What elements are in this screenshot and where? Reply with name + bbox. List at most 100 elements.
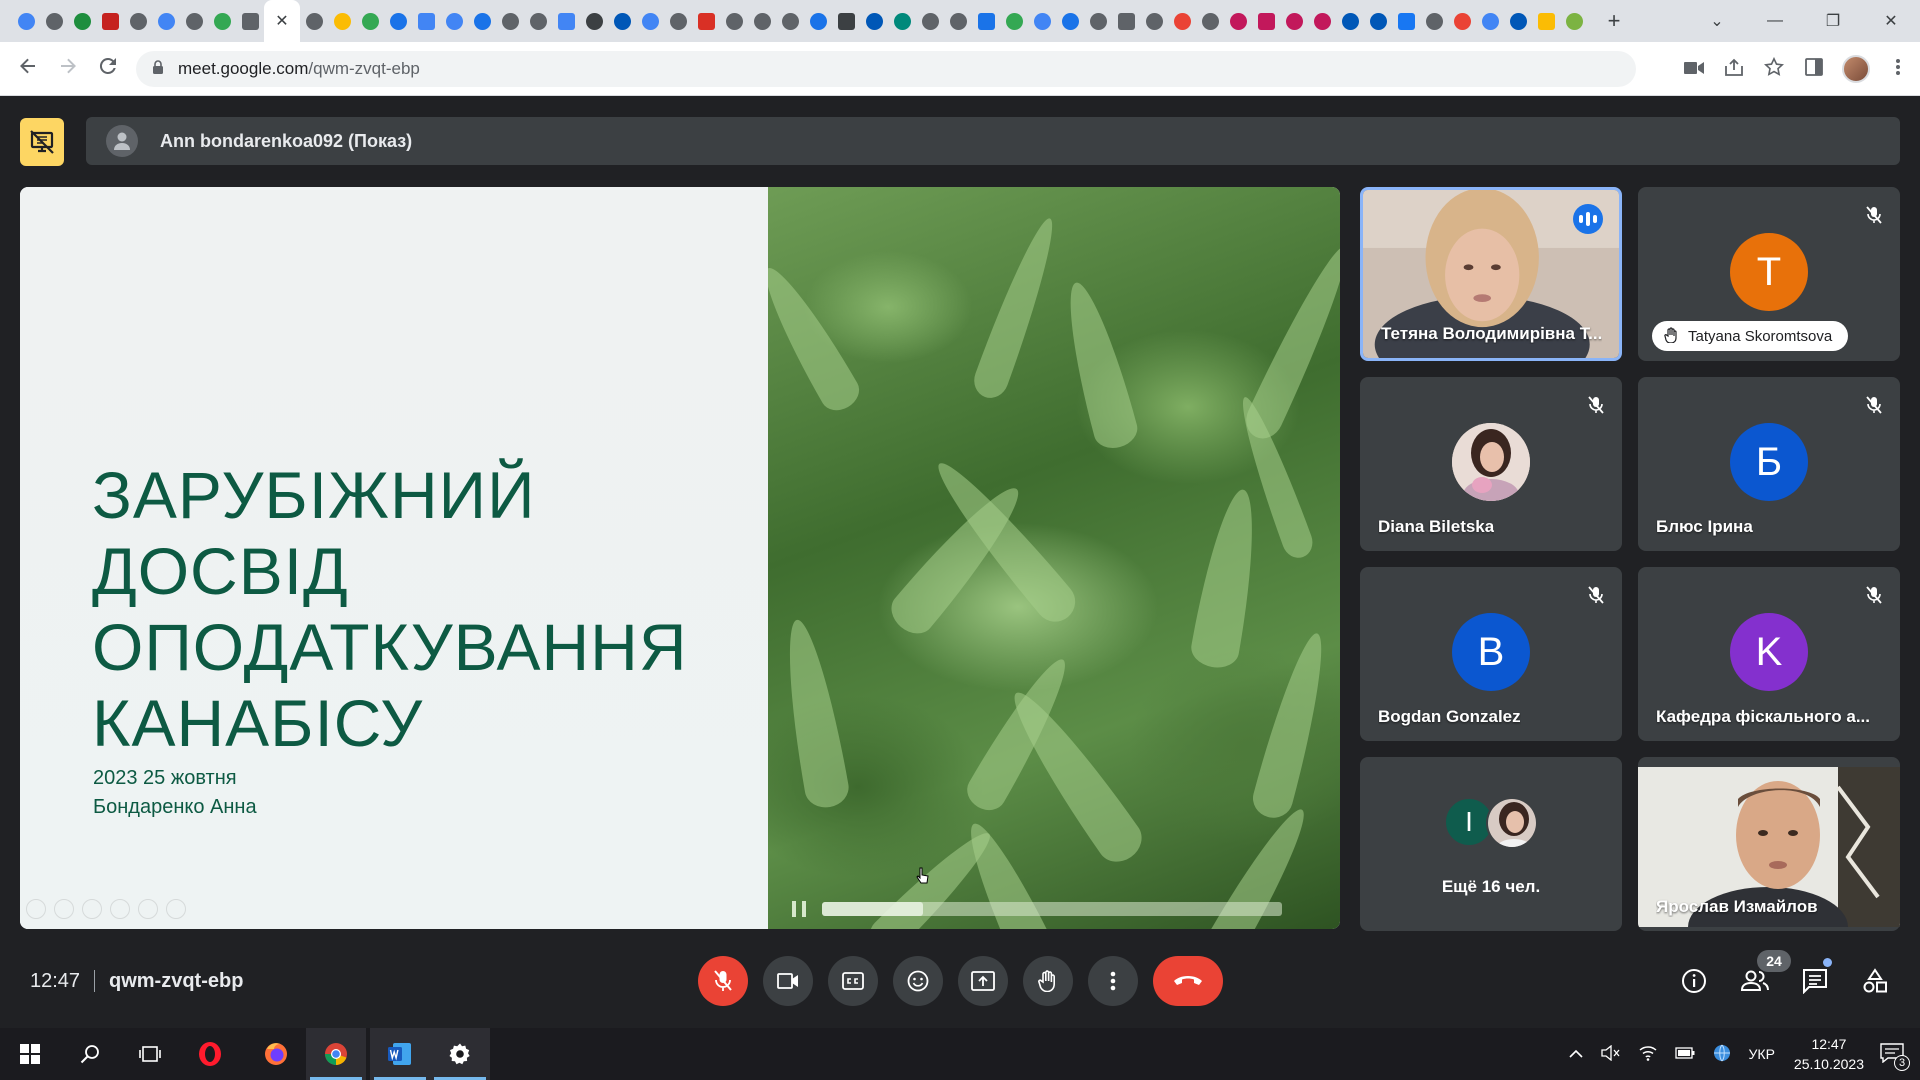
activities-button[interactable] bbox=[1858, 964, 1892, 998]
participant-tile[interactable]: T Tatyana Skoromtsova bbox=[1638, 187, 1900, 361]
leave-call-button[interactable] bbox=[1153, 956, 1223, 1006]
task-view-button[interactable] bbox=[120, 1028, 180, 1080]
profile-avatar[interactable] bbox=[1842, 55, 1870, 83]
back-button[interactable] bbox=[8, 57, 48, 81]
browser-tab[interactable] bbox=[208, 0, 236, 42]
battery-icon[interactable] bbox=[1674, 1046, 1695, 1062]
chrome-app[interactable] bbox=[306, 1028, 366, 1080]
browser-tab[interactable] bbox=[180, 0, 208, 42]
browser-tab[interactable] bbox=[1056, 0, 1084, 42]
camera-toggle-button[interactable] bbox=[763, 956, 813, 1006]
browser-tab[interactable] bbox=[1560, 0, 1588, 42]
browser-tab[interactable] bbox=[1224, 0, 1252, 42]
reactions-button[interactable] bbox=[893, 956, 943, 1006]
people-button[interactable] bbox=[1738, 964, 1772, 998]
camera-in-use-button[interactable] bbox=[1682, 59, 1706, 80]
browser-tab[interactable] bbox=[524, 0, 552, 42]
minimize-button[interactable]: — bbox=[1746, 12, 1804, 30]
start-button[interactable] bbox=[0, 1028, 60, 1080]
volume-muted-icon[interactable] bbox=[1600, 1044, 1621, 1064]
mic-toggle-button[interactable] bbox=[698, 956, 748, 1006]
taskbar-clock[interactable]: 12:47 25.10.2023 bbox=[1794, 1034, 1864, 1074]
browser-tab[interactable] bbox=[1028, 0, 1056, 42]
browser-tab[interactable] bbox=[1420, 0, 1448, 42]
browser-tab[interactable] bbox=[1392, 0, 1420, 42]
video-progress-track[interactable] bbox=[822, 902, 1282, 916]
participant-tile[interactable]: B Bogdan Gonzalez bbox=[1360, 567, 1622, 741]
participant-tile[interactable]: Diana Biletska bbox=[1360, 377, 1622, 551]
more-participants-tile[interactable]: I Ещё 16 чел. bbox=[1360, 757, 1622, 931]
browser-tab[interactable] bbox=[412, 0, 440, 42]
active-tab-close-button[interactable]: ✕ bbox=[264, 0, 300, 42]
browser-tab[interactable] bbox=[1252, 0, 1280, 42]
browser-tab[interactable] bbox=[124, 0, 152, 42]
browser-tab[interactable] bbox=[68, 0, 96, 42]
participant-tile[interactable]: K Кафедра фіскального а... bbox=[1638, 567, 1900, 741]
browser-tab[interactable] bbox=[152, 0, 180, 42]
browser-tab[interactable] bbox=[664, 0, 692, 42]
slide-tool-button[interactable] bbox=[54, 899, 74, 919]
address-field[interactable]: meet.google.com/qwm-zvqt-ebp bbox=[136, 50, 1636, 87]
browser-tab[interactable] bbox=[804, 0, 832, 42]
browser-tab[interactable] bbox=[692, 0, 720, 42]
browser-tab[interactable] bbox=[468, 0, 496, 42]
settings-app[interactable] bbox=[430, 1028, 490, 1080]
input-language[interactable]: УКР bbox=[1749, 1046, 1775, 1062]
tab-search-button[interactable]: ⌄ bbox=[1688, 11, 1746, 31]
browser-tab[interactable] bbox=[860, 0, 888, 42]
side-panel-button[interactable] bbox=[1802, 57, 1826, 81]
stop-presenting-button[interactable] bbox=[20, 118, 64, 166]
browser-tab[interactable] bbox=[96, 0, 124, 42]
browser-tab[interactable] bbox=[1308, 0, 1336, 42]
slide-tool-button[interactable] bbox=[82, 899, 102, 919]
slide-tool-button[interactable] bbox=[110, 899, 130, 919]
meeting-code[interactable]: qwm-zvqt-ebp bbox=[109, 970, 243, 993]
browser-tab[interactable] bbox=[552, 0, 580, 42]
globe-network-icon[interactable] bbox=[1713, 1044, 1731, 1065]
captions-button[interactable] bbox=[828, 956, 878, 1006]
browser-tab[interactable] bbox=[916, 0, 944, 42]
firefox-app[interactable] bbox=[246, 1028, 306, 1080]
browser-tab[interactable] bbox=[1140, 0, 1168, 42]
browser-tab[interactable] bbox=[384, 0, 412, 42]
meeting-details-button[interactable] bbox=[1677, 964, 1711, 998]
browser-tab[interactable] bbox=[636, 0, 664, 42]
share-button[interactable] bbox=[1722, 58, 1746, 81]
opera-app[interactable] bbox=[180, 1028, 240, 1080]
browser-tab[interactable] bbox=[888, 0, 916, 42]
browser-tab[interactable] bbox=[40, 0, 68, 42]
browser-tab[interactable] bbox=[1196, 0, 1224, 42]
browser-tab[interactable] bbox=[440, 0, 468, 42]
browser-tab[interactable] bbox=[720, 0, 748, 42]
browser-tab[interactable] bbox=[1448, 0, 1476, 42]
slide-tool-button[interactable] bbox=[26, 899, 46, 919]
participant-tile[interactable]: Ярослав Измайлов bbox=[1638, 757, 1900, 931]
more-options-button[interactable] bbox=[1088, 956, 1138, 1006]
browser-tab[interactable] bbox=[1112, 0, 1140, 42]
browser-tab[interactable] bbox=[608, 0, 636, 42]
browser-tab[interactable] bbox=[972, 0, 1000, 42]
browser-tab[interactable] bbox=[832, 0, 860, 42]
action-center-button[interactable]: 3 bbox=[1880, 1043, 1910, 1071]
browser-tab[interactable] bbox=[328, 0, 356, 42]
pause-icon[interactable] bbox=[792, 901, 806, 917]
search-button[interactable] bbox=[60, 1028, 120, 1080]
browser-tab[interactable] bbox=[580, 0, 608, 42]
wifi-icon[interactable] bbox=[1639, 1045, 1657, 1064]
browser-tab[interactable] bbox=[496, 0, 524, 42]
raise-hand-button[interactable] bbox=[1023, 956, 1073, 1006]
browser-tab[interactable] bbox=[1364, 0, 1392, 42]
browser-tab[interactable] bbox=[1084, 0, 1112, 42]
participant-tile[interactable]: Б Блюс Ірина bbox=[1638, 377, 1900, 551]
browser-tab[interactable] bbox=[748, 0, 776, 42]
slide-tool-button[interactable] bbox=[138, 899, 158, 919]
bookmark-button[interactable] bbox=[1762, 56, 1786, 82]
browser-tab[interactable] bbox=[12, 0, 40, 42]
new-tab-button[interactable]: + bbox=[1600, 7, 1628, 35]
chevron-up-icon[interactable] bbox=[1568, 1046, 1583, 1062]
browser-tab[interactable] bbox=[1168, 0, 1196, 42]
present-screen-button[interactable] bbox=[958, 956, 1008, 1006]
word-app[interactable] bbox=[370, 1028, 430, 1080]
browser-tab[interactable] bbox=[1000, 0, 1028, 42]
chat-button[interactable] bbox=[1798, 964, 1832, 998]
